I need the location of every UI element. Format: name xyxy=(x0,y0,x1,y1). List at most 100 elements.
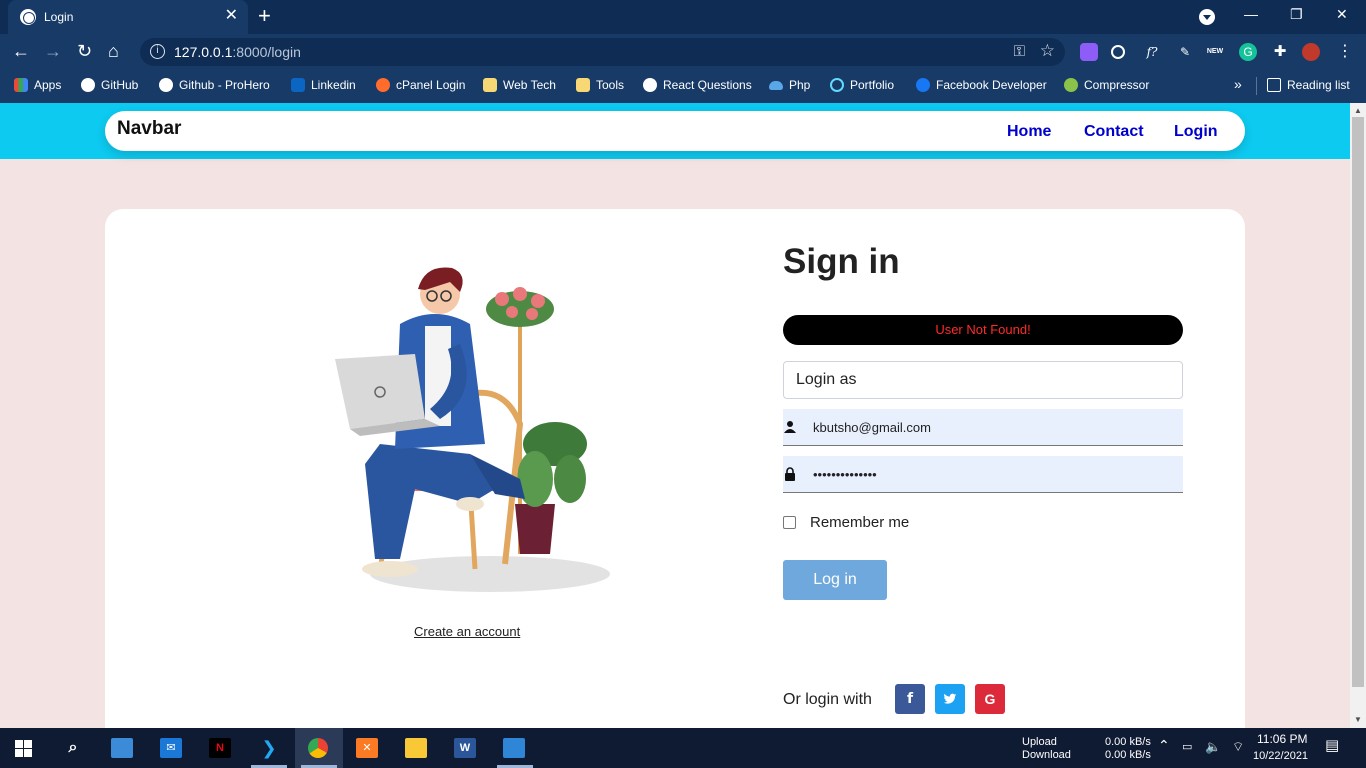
bookmark-cpanel[interactable]: cPanel Login xyxy=(376,78,465,92)
person-with-laptop-illustration xyxy=(335,267,610,592)
bookmark-compressor[interactable]: Compressor xyxy=(1064,78,1149,92)
or-login-with-label: Or login with xyxy=(783,691,872,708)
page-viewport: Navbar Home Contact Login Create an acco… xyxy=(0,103,1350,728)
back-arrow-icon[interactable]: ← xyxy=(12,41,30,61)
page-scrollbar[interactable]: ▲ ▼ xyxy=(1350,103,1366,728)
login-button[interactable]: Log in xyxy=(783,560,887,600)
reading-list-button[interactable]: Reading list xyxy=(1267,78,1350,92)
login-as-select[interactable]: Login as xyxy=(783,361,1183,399)
url-text[interactable]: 127.0.0.1:8000/login xyxy=(174,44,301,60)
cpanel-icon xyxy=(376,78,390,92)
bookmarks-more-button[interactable]: » xyxy=(1234,76,1242,92)
bookmark-web-tech[interactable]: Web Tech xyxy=(483,78,556,92)
bookmark-github[interactable]: GitHub xyxy=(81,78,138,92)
bookmarks-divider xyxy=(1256,77,1257,95)
photos-icon[interactable] xyxy=(503,738,525,758)
xampp-icon[interactable]: ✕ xyxy=(356,738,378,758)
nav-link-home[interactable]: Home xyxy=(1007,123,1051,141)
address-bar[interactable]: i 127.0.0.1:8000/login ⚿ ☆ xyxy=(140,38,1065,66)
windows-start-icon[interactable] xyxy=(15,740,32,757)
bookmark-github-prohero[interactable]: Github - ProHero xyxy=(159,78,270,92)
download-rate: 0.00 kB/s xyxy=(1105,749,1151,761)
scroll-up-arrow-icon[interactable]: ▲ xyxy=(1354,106,1362,115)
word-icon[interactable]: W xyxy=(454,738,476,758)
browser-tabstrip: Login ✕ + — ❐ ✕ xyxy=(0,0,1366,34)
page-title: Sign in xyxy=(783,242,900,281)
user-icon xyxy=(784,421,796,433)
file-explorer-icon[interactable] xyxy=(405,738,427,758)
bookmark-tools[interactable]: Tools xyxy=(576,78,624,92)
email-value: kbutsho@gmail.com xyxy=(813,420,931,435)
volume-icon[interactable]: 🔈 xyxy=(1205,740,1221,753)
browser-tab[interactable]: Login ✕ xyxy=(8,0,248,34)
scroll-down-arrow-icon[interactable]: ▼ xyxy=(1354,715,1362,724)
google-login-button[interactable]: G xyxy=(975,684,1005,714)
new-tab-button[interactable]: + xyxy=(258,5,271,27)
chrome-icon[interactable] xyxy=(308,738,328,758)
key-icon[interactable]: ⚿ xyxy=(1014,43,1025,60)
extension-circle-icon[interactable] xyxy=(1111,45,1125,59)
password-field[interactable]: •••••••••••••• xyxy=(783,456,1183,493)
minimize-button[interactable]: — xyxy=(1244,6,1258,22)
facebook-login-button[interactable]: f xyxy=(895,684,925,714)
chevron-up-icon[interactable]: ⌃ xyxy=(1158,738,1170,752)
twitter-login-button[interactable] xyxy=(935,684,965,714)
github-icon xyxy=(643,78,657,92)
grammarly-icon[interactable]: G xyxy=(1239,43,1257,61)
bookmark-portfolio[interactable]: Portfolio xyxy=(830,78,894,92)
github-icon xyxy=(159,78,173,92)
bookmark-facebook-developer[interactable]: Facebook Developer xyxy=(916,78,1047,92)
error-alert: User Not Found! xyxy=(783,315,1183,345)
email-field[interactable]: kbutsho@gmail.com xyxy=(783,409,1183,446)
extension-new-icon[interactable]: NEW xyxy=(1206,43,1224,61)
avatar[interactable] xyxy=(1302,43,1320,61)
navbar-band: Navbar Home Contact Login xyxy=(0,103,1350,159)
folder-icon xyxy=(483,78,497,92)
maximize-button[interactable]: ❐ xyxy=(1290,6,1303,23)
facebook-icon xyxy=(916,78,930,92)
navbar-brand[interactable]: Navbar xyxy=(117,118,181,140)
nav-link-login[interactable]: Login xyxy=(1174,123,1218,141)
tab-search-icon[interactable] xyxy=(1199,9,1215,25)
create-account-link[interactable]: Create an account xyxy=(414,624,520,639)
extension-purple-icon[interactable] xyxy=(1080,43,1098,61)
tab-close-icon[interactable]: ✕ xyxy=(225,7,238,25)
vscode-icon[interactable]: ❯ xyxy=(258,738,280,758)
bookmark-react-questions[interactable]: React Questions xyxy=(643,78,752,92)
login-card: Create an account Sign in User Not Found… xyxy=(105,209,1245,728)
search-icon[interactable]: ⌕ xyxy=(62,738,84,758)
clock-date[interactable]: 10/22/2021 xyxy=(1253,750,1308,763)
bookmark-apps[interactable]: Apps xyxy=(14,78,61,92)
extension-formula-icon[interactable]: f? xyxy=(1143,43,1161,61)
compressor-icon xyxy=(1064,78,1078,92)
extension-pen-icon[interactable]: ✎ xyxy=(1176,43,1194,61)
bookmark-star-icon[interactable]: ☆ xyxy=(1040,41,1055,61)
battery-icon[interactable]: ▭ xyxy=(1182,741,1192,754)
mail-icon[interactable]: ✉ xyxy=(160,738,182,758)
remember-me-label: Remember me xyxy=(810,514,910,531)
menu-kebab-icon[interactable]: ⋮ xyxy=(1336,43,1354,61)
download-label: Download xyxy=(1022,749,1071,761)
cloud-icon xyxy=(769,80,783,90)
github-icon xyxy=(81,78,95,92)
navbar: Navbar Home Contact Login xyxy=(105,111,1245,151)
notifications-icon[interactable]: ▤ xyxy=(1325,738,1339,753)
scrollbar-thumb[interactable] xyxy=(1352,117,1364,687)
home-icon[interactable]: ⌂ xyxy=(108,41,119,61)
site-info-icon[interactable]: i xyxy=(150,44,165,59)
reload-icon[interactable]: ↻ xyxy=(77,41,92,61)
lock-icon xyxy=(785,467,795,481)
extensions-puzzle-icon[interactable]: ✚ xyxy=(1271,43,1289,61)
nav-link-contact[interactable]: Contact xyxy=(1084,123,1144,141)
wifi-icon[interactable]: ⌔ xyxy=(1232,740,1244,753)
remote-desktop-icon[interactable] xyxy=(111,738,133,758)
clock-time[interactable]: 11:06 PM xyxy=(1257,733,1307,746)
password-value: •••••••••••••• xyxy=(813,467,877,482)
bookmark-php[interactable]: Php xyxy=(769,78,810,92)
remember-me[interactable]: Remember me xyxy=(783,514,909,531)
forward-arrow-icon[interactable]: → xyxy=(44,41,62,61)
remember-me-checkbox[interactable] xyxy=(783,516,796,529)
close-window-button[interactable]: ✕ xyxy=(1336,6,1348,23)
bookmark-linkedin[interactable]: Linkedin xyxy=(291,78,356,92)
netflix-icon[interactable]: N xyxy=(209,738,231,758)
